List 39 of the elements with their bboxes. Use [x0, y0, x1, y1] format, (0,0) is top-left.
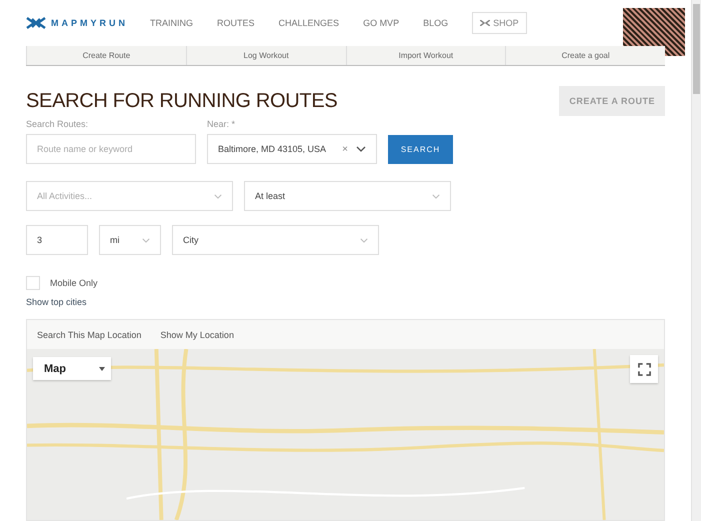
- chevron-down-icon: [360, 238, 368, 242]
- logo-icon: [26, 17, 46, 29]
- shop-button[interactable]: SHOP: [472, 12, 527, 34]
- nav-link[interactable]: BLOG: [423, 18, 448, 28]
- subnav-tab[interactable]: Import Workout: [346, 46, 506, 65]
- map-tab[interactable]: Search This Map Location: [37, 330, 142, 340]
- route-type-select[interactable]: City: [172, 225, 379, 255]
- map-type-select[interactable]: Map: [33, 357, 111, 380]
- search-field[interactable]: Route name or keyword: [26, 134, 196, 164]
- scrollbar[interactable]: [691, 0, 701, 521]
- checkbox-label: Mobile Only: [50, 278, 98, 288]
- chevron-down-icon: [214, 194, 222, 198]
- field-label: Search Routes:: [26, 119, 90, 129]
- chevron-down-icon: [356, 146, 366, 152]
- chevron-down-icon: [142, 238, 150, 242]
- nav-link[interactable]: TRAINING: [150, 18, 194, 28]
- logo-wordmark[interactable]: MAPMYRUN: [51, 18, 128, 28]
- fullscreen-icon: [638, 362, 650, 376]
- search-button[interactable]: SEARCH: [388, 135, 453, 164]
- distance-mode-select[interactable]: At least: [244, 181, 451, 211]
- show-top-cities-link[interactable]: Show top cities: [26, 297, 87, 307]
- nav-link[interactable]: CHALLENGES: [278, 18, 340, 28]
- map-tab[interactable]: Show My Location: [160, 330, 234, 340]
- location-field[interactable]: Baltimore, MD 43105, USA ×: [207, 134, 377, 164]
- fullscreen-button[interactable]: [630, 355, 658, 383]
- field-label: Near: *: [207, 119, 236, 129]
- clear-icon[interactable]: ×: [342, 144, 348, 154]
- chevron-down-icon: [432, 194, 440, 198]
- brand-icon: [480, 20, 490, 26]
- subnav-tab[interactable]: Log Workout: [186, 46, 346, 65]
- nav-link[interactable]: GO MVP: [363, 18, 400, 28]
- subnav-tab[interactable]: Create Route: [26, 46, 186, 65]
- caret-down-icon: [99, 366, 105, 370]
- subnav-tab[interactable]: Create a goal: [505, 46, 665, 65]
- checkbox[interactable]: [26, 276, 40, 290]
- page-title: SEARCH FOR RUNNING ROUTES: [26, 90, 338, 112]
- distance-field[interactable]: 3: [26, 225, 88, 255]
- unit-select[interactable]: mi: [99, 225, 161, 255]
- nav-link[interactable]: ROUTES: [217, 18, 255, 28]
